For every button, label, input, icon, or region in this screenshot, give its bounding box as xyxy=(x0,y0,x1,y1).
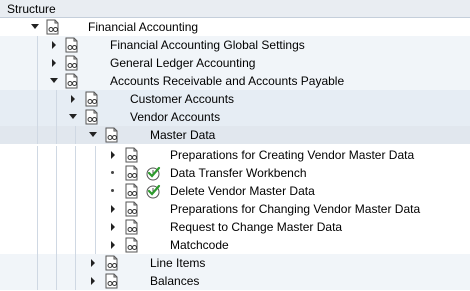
tree-node-label: Vendor Accounts xyxy=(130,110,221,124)
tree-node-label: Master Data xyxy=(150,128,216,142)
tree-node-label: Line Items xyxy=(150,256,206,270)
tree-node-general-ledger-accounting[interactable]: General Ledger Accounting xyxy=(0,54,470,72)
documentation-icon[interactable] xyxy=(64,73,80,89)
documentation-icon[interactable] xyxy=(124,201,140,217)
tree-node-label: Balances xyxy=(150,274,200,288)
tree-node-accounts-receivable-payable[interactable]: Accounts Receivable and Accounts Payable xyxy=(0,72,470,90)
tree-node-request-to-change-master-data[interactable]: Request to Change Master Data xyxy=(0,218,470,236)
documentation-icon[interactable] xyxy=(124,165,140,181)
expand-icon[interactable] xyxy=(88,276,97,285)
implementation-guide-tree: Financial Accounting Financial Accountin… xyxy=(0,18,470,291)
documentation-icon[interactable] xyxy=(104,127,120,143)
tree-node-label: Matchcode xyxy=(170,238,229,252)
expand-icon[interactable] xyxy=(108,150,117,159)
documentation-icon[interactable] xyxy=(84,109,100,125)
collapse-icon[interactable] xyxy=(49,76,58,85)
leaf-bullet-icon xyxy=(108,186,117,195)
tree-node-label: Delete Vendor Master Data xyxy=(170,184,315,198)
tree-node-label: Financial Accounting Global Settings xyxy=(110,38,305,52)
tree-node-label: Customer Accounts xyxy=(130,92,235,106)
tree-node-label: Accounts Receivable and Accounts Payable xyxy=(110,74,345,88)
documentation-icon[interactable] xyxy=(84,91,100,107)
tree-node-data-transfer-workbench[interactable]: Data Transfer Workbench xyxy=(0,164,470,182)
collapse-icon[interactable] xyxy=(88,130,97,139)
expand-icon[interactable] xyxy=(88,258,97,267)
documentation-icon[interactable] xyxy=(124,147,140,163)
structure-header: Structure xyxy=(0,0,470,18)
documentation-icon[interactable] xyxy=(124,183,140,199)
expand-icon[interactable] xyxy=(108,204,117,213)
tree-node-master-data[interactable]: Master Data xyxy=(0,126,470,144)
tree-node-preparations-creating[interactable]: Preparations for Creating Vendor Master … xyxy=(0,146,470,164)
tree-node-financial-accounting-global-settings[interactable]: Financial Accounting Global Settings xyxy=(0,36,470,54)
tree-node-delete-vendor-master-data[interactable]: Delete Vendor Master Data xyxy=(0,182,470,200)
tree-node-label: Request to Change Master Data xyxy=(170,220,343,234)
expand-icon[interactable] xyxy=(68,94,77,103)
documentation-icon[interactable] xyxy=(104,255,120,271)
tree-node-preparations-changing[interactable]: Preparations for Changing Vendor Master … xyxy=(0,200,470,218)
collapse-icon[interactable] xyxy=(68,112,77,121)
documentation-icon[interactable] xyxy=(45,19,61,35)
expand-icon[interactable] xyxy=(108,240,117,249)
tree-node-balances[interactable]: Balances xyxy=(0,272,470,290)
documentation-icon[interactable] xyxy=(104,273,120,289)
tree-node-label: Preparations for Changing Vendor Master … xyxy=(170,202,421,216)
documentation-icon[interactable] xyxy=(64,37,80,53)
tree-node-label: Preparations for Creating Vendor Master … xyxy=(170,148,415,162)
tree-node-vendor-accounts[interactable]: Vendor Accounts xyxy=(0,108,470,126)
tree-node-line-items[interactable]: Line Items xyxy=(0,254,470,272)
tree-node-financial-accounting[interactable]: Financial Accounting xyxy=(0,18,470,36)
documentation-icon[interactable] xyxy=(124,219,140,235)
documentation-icon[interactable] xyxy=(124,237,140,253)
tree-node-label: Data Transfer Workbench xyxy=(170,166,307,180)
tree-node-label: General Ledger Accounting xyxy=(110,56,256,70)
tree-node-matchcode[interactable]: Matchcode xyxy=(0,236,470,254)
execute-activity-icon[interactable] xyxy=(145,183,161,199)
execute-activity-icon[interactable] xyxy=(145,165,161,181)
leaf-bullet-icon xyxy=(108,168,117,177)
expand-icon[interactable] xyxy=(49,58,58,67)
collapse-icon[interactable] xyxy=(30,22,39,31)
tree-node-customer-accounts[interactable]: Customer Accounts xyxy=(0,90,470,108)
documentation-icon[interactable] xyxy=(64,55,80,71)
expand-icon[interactable] xyxy=(49,40,58,49)
tree-node-label: Financial Accounting xyxy=(88,20,199,34)
structure-title: Structure xyxy=(7,2,56,16)
expand-icon[interactable] xyxy=(108,222,117,231)
